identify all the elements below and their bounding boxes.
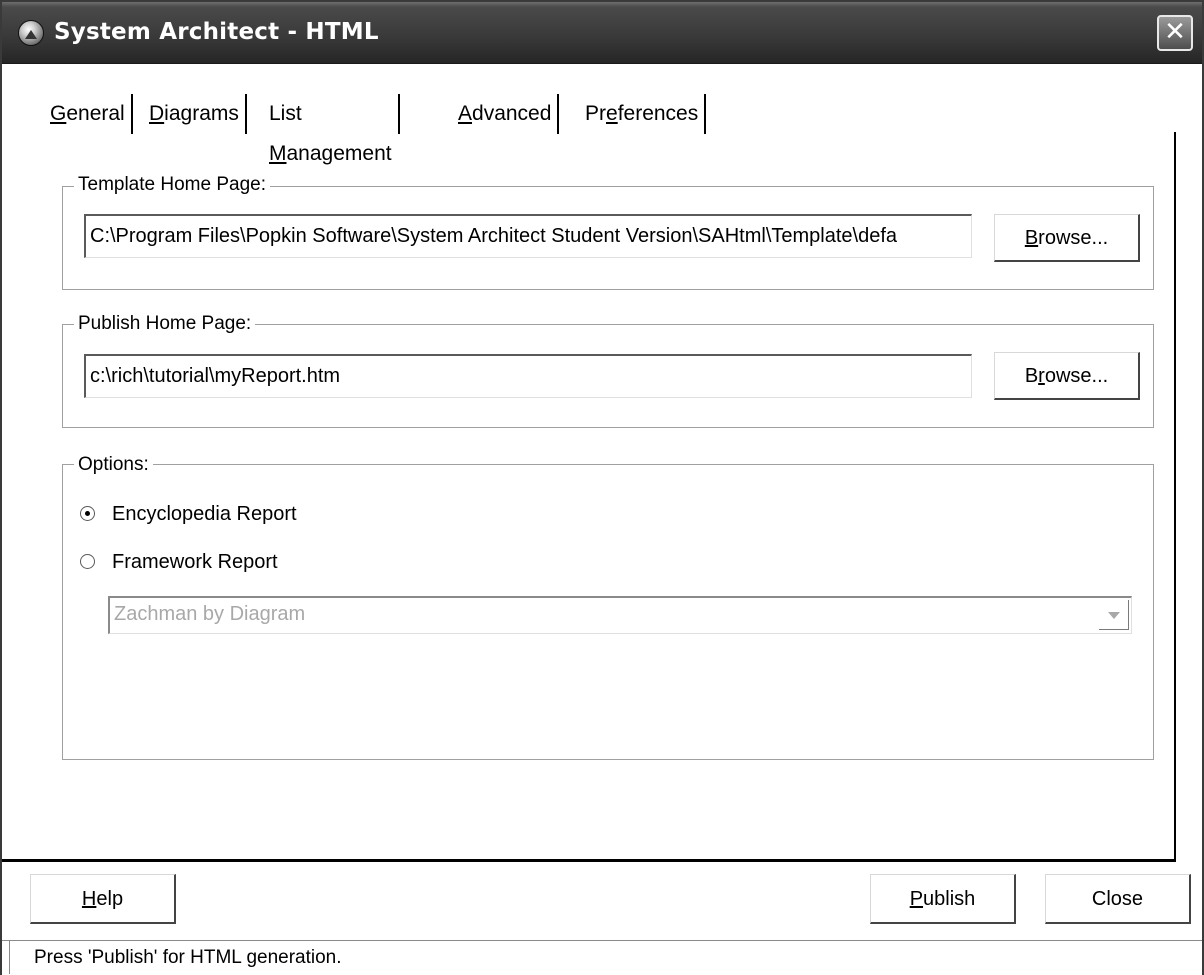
html-dialog-window: System Architect - HTML ✕ General Diagra…: [0, 0, 1204, 975]
tab-diagrams-accel: D: [149, 102, 165, 125]
template-home-page-label: Template Home Page:: [74, 174, 270, 196]
tab-general[interactable]: General: [50, 94, 133, 134]
status-bar: Press 'Publish' for HTML generation.: [2, 940, 1202, 975]
title-bar[interactable]: System Architect - HTML ✕: [2, 2, 1202, 64]
radio-encyclopedia-report[interactable]: Encyclopedia Report: [80, 501, 480, 527]
close-window-button[interactable]: ✕: [1157, 15, 1193, 51]
status-text: Press 'Publish' for HTML generation.: [34, 947, 342, 968]
radio-framework-indicator[interactable]: [80, 554, 95, 569]
chevron-down-icon[interactable]: [1099, 600, 1129, 630]
window-title: System Architect - HTML: [54, 19, 379, 45]
system-architect-app-icon[interactable]: [18, 20, 44, 46]
tab-general-accel: G: [50, 102, 67, 125]
footer-divider: [2, 859, 1176, 862]
framework-select[interactable]: Zachman by Diagram: [108, 596, 1132, 634]
options-label: Options:: [74, 454, 153, 476]
publish-browse-button[interactable]: Browse...: [994, 352, 1140, 400]
tab-list-management-accel: M: [269, 142, 287, 165]
help-button[interactable]: Help: [30, 874, 176, 924]
tab-list-management[interactable]: List Management: [269, 94, 400, 165]
tab-preferences[interactable]: Preferences: [585, 94, 707, 134]
tab-advanced-accel: A: [458, 102, 473, 125]
status-grip: [2, 941, 10, 974]
template-path-input[interactable]: C:\Program Files\Popkin Software\System …: [84, 214, 972, 258]
radio-framework-report[interactable]: Framework Report: [80, 549, 480, 575]
tab-diagrams[interactable]: Diagrams: [149, 94, 247, 134]
close-button[interactable]: Close: [1045, 874, 1191, 924]
publish-path-input[interactable]: c:\rich\tutorial\myReport.htm: [84, 354, 972, 398]
tab-preferences-accel: e: [606, 102, 618, 125]
framework-select-value: Zachman by Diagram: [114, 603, 306, 625]
tab-advanced[interactable]: Advanced: [458, 94, 560, 134]
publish-home-page-label: Publish Home Page:: [74, 313, 256, 335]
radio-framework-label: Framework Report: [112, 551, 278, 573]
tab-panel-border: [1174, 132, 1176, 860]
radio-encyclopedia-label: Encyclopedia Report: [112, 503, 297, 525]
radio-encyclopedia-indicator[interactable]: [80, 506, 95, 521]
publish-button[interactable]: Publish: [870, 874, 1016, 924]
close-icon: ✕: [1164, 17, 1186, 47]
template-browse-button[interactable]: Browse...: [994, 214, 1140, 262]
